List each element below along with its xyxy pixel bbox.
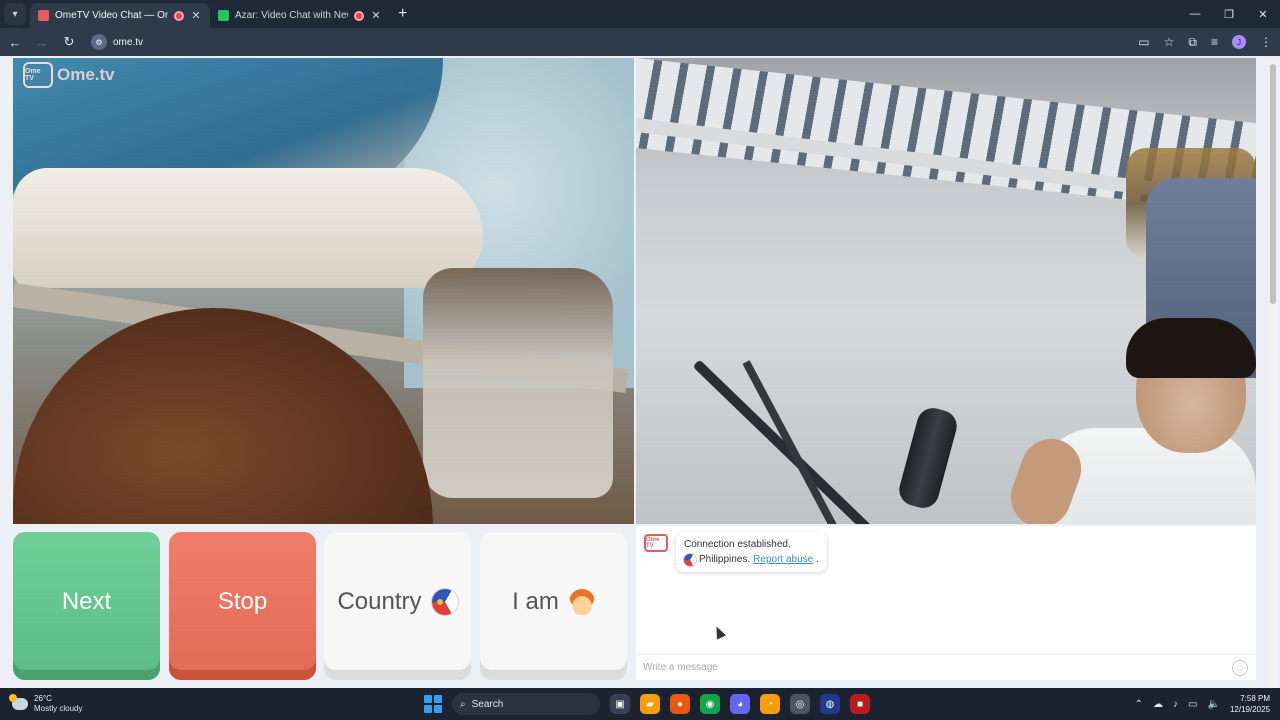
url-text[interactable]: ome.tv	[113, 37, 143, 48]
recording-icon	[174, 10, 184, 21]
windows-start-icon[interactable]	[424, 695, 442, 713]
close-tab-icon[interactable]: ✕	[370, 9, 382, 22]
weather-widget[interactable]: 26°C Mostly cloudy	[9, 694, 83, 714]
message-line: Connection established.	[684, 539, 791, 550]
file-explorer-icon[interactable]: ▰	[640, 694, 660, 714]
taskbar: 26°C Mostly cloudy ⌕ Search ▣ ▰ ● ◉ ◕ ◔ …	[0, 688, 1280, 720]
extensions-icon[interactable]: ⧉	[1188, 35, 1197, 50]
microphone-icon[interactable]: ♪	[1173, 699, 1178, 710]
discord-icon[interactable]: ◕	[730, 694, 750, 714]
taskbar-search[interactable]: ⌕ Search	[452, 693, 600, 715]
search-label: Search	[471, 698, 504, 710]
page-scrollbar[interactable]	[1268, 58, 1278, 688]
steam-icon[interactable]: ◍	[820, 694, 840, 714]
reload-icon[interactable]: ↻	[57, 30, 81, 54]
message-input[interactable]	[643, 662, 1203, 673]
tab-search-icon[interactable]: ▾	[4, 3, 26, 25]
close-tab-icon[interactable]: ✕	[190, 9, 202, 22]
scrollbar-thumb[interactable]	[1270, 64, 1276, 304]
chrome-icon[interactable]: ◉	[700, 694, 720, 714]
weather-desc: Mostly cloudy	[34, 704, 83, 713]
cloudy-weather-icon	[9, 694, 28, 710]
message-country-row: Philippines. Report abuse.	[684, 552, 819, 567]
message-period: .	[816, 554, 819, 565]
next-label: Next	[61, 588, 112, 615]
onedrive-cloud-icon[interactable]: ☁	[1153, 699, 1163, 710]
ometv-logo-icon: Ome TV	[23, 62, 53, 88]
task-view-icon[interactable]: ▣	[610, 694, 630, 714]
emoji-icon[interactable]: ☺	[1232, 660, 1248, 676]
cast-icon[interactable]: ▭	[1138, 35, 1149, 49]
next-button[interactable]: Next	[13, 532, 160, 680]
self-video	[636, 58, 1256, 524]
philippines-flag-icon	[431, 589, 458, 615]
scene-microphone	[895, 404, 961, 512]
back-icon[interactable]: ←	[3, 30, 27, 54]
tab-ometv[interactable]: OmeTV Video Chat — Ome ✕	[30, 3, 210, 28]
ometv-logo-text: Ome.tv	[57, 65, 115, 84]
taskbar-apps: ⌕ Search ▣ ▰ ● ◉ ◕ ◔ ◎ ◍ ■	[424, 688, 870, 720]
volume-icon[interactable]: 🔈	[1208, 699, 1220, 710]
firefox-icon[interactable]: ●	[670, 694, 690, 714]
scene-mic-arm	[692, 359, 873, 524]
clock-time: 7:58 PM	[1240, 694, 1270, 703]
forward-icon[interactable]: →	[30, 30, 54, 54]
toolbar-actions: ▭ ☆ ⧉ ≡ J ⋮	[1138, 28, 1272, 56]
chat-panel: Ome TV Connection established. Philippin…	[636, 526, 1256, 680]
message-input-row: ☺	[636, 654, 1256, 680]
message-country: Philippines.	[699, 554, 751, 565]
stop-button[interactable]: Stop	[169, 532, 316, 680]
azar-favicon-icon	[218, 10, 229, 21]
game-app-icon[interactable]: ■	[850, 694, 870, 714]
report-abuse-link[interactable]: Report abuse	[753, 552, 813, 567]
tab-azar[interactable]: Azar: Video Chat with New ✕	[210, 3, 390, 28]
scene-clothes	[423, 268, 613, 498]
window-controls: — ❐ ✕	[1178, 0, 1280, 28]
search-icon: ⌕	[460, 698, 466, 710]
new-tab-button[interactable]: +	[398, 5, 407, 23]
close-window-icon[interactable]: ✕	[1246, 0, 1280, 28]
messenger-icon[interactable]: ◔	[760, 694, 780, 714]
scene-pillow	[13, 168, 483, 288]
country-button[interactable]: Country	[324, 532, 471, 680]
ometv-chat-logo-icon: Ome TV	[644, 534, 668, 552]
ometv-logo: Ome TV Ome.tv	[23, 62, 115, 88]
address-bar-row: ← → ↻ ⚙ ome.tv ▭ ☆ ⧉ ≡ J ⋮	[0, 28, 1280, 56]
tray-chevron-icon[interactable]: ⌃	[1135, 699, 1143, 710]
minimize-icon[interactable]: —	[1178, 0, 1212, 28]
media-control-icon[interactable]: ≡	[1211, 35, 1218, 49]
tab-strip: ▾ OmeTV Video Chat — Ome ✕ Azar: Video C…	[0, 0, 1280, 28]
ometv-page: Ome TV Ome.tv Next Stop Country I am Ome…	[0, 56, 1280, 688]
scene-person	[1002, 318, 1256, 524]
tab-title: OmeTV Video Chat — Ome	[55, 10, 168, 21]
tab-title: Azar: Video Chat with New	[235, 10, 348, 21]
profile-avatar[interactable]: J	[1232, 35, 1246, 49]
obs-icon[interactable]: ◎	[790, 694, 810, 714]
gender-button[interactable]: I am	[480, 532, 627, 680]
stop-label: Stop	[217, 588, 268, 615]
taskbar-clock[interactable]: 7:58 PM 12/19/2025	[1230, 693, 1270, 715]
clock-date: 12/19/2025	[1229, 705, 1270, 714]
recording-icon	[354, 10, 364, 21]
stranger-video: Ome TV Ome.tv	[13, 58, 634, 524]
scene-mic-arm	[742, 360, 839, 524]
mouse-cursor-icon	[711, 624, 727, 640]
system-message: Connection established. Philippines. Rep…	[676, 532, 827, 572]
restore-icon[interactable]: ❐	[1212, 0, 1246, 28]
iam-label: I am	[512, 588, 559, 615]
philippines-flag-icon	[684, 553, 696, 566]
menu-kebab-icon[interactable]: ⋮	[1260, 35, 1272, 49]
system-tray: ⌃ ☁ ♪ ▭ 🔈 7:58 PM 12/19/2025	[1135, 688, 1270, 720]
ometv-favicon-icon	[38, 10, 49, 21]
boy-emoji-icon	[568, 589, 595, 615]
bookmark-star-icon[interactable]: ☆	[1164, 35, 1175, 49]
person-hair	[1126, 318, 1256, 378]
site-info-icon[interactable]: ⚙	[91, 34, 107, 50]
omnibox[interactable]: ⚙ ome.tv	[87, 31, 1107, 53]
country-label: Country	[337, 588, 422, 615]
weather-temp: 26°C	[34, 694, 52, 703]
display-icon[interactable]: ▭	[1188, 699, 1197, 710]
